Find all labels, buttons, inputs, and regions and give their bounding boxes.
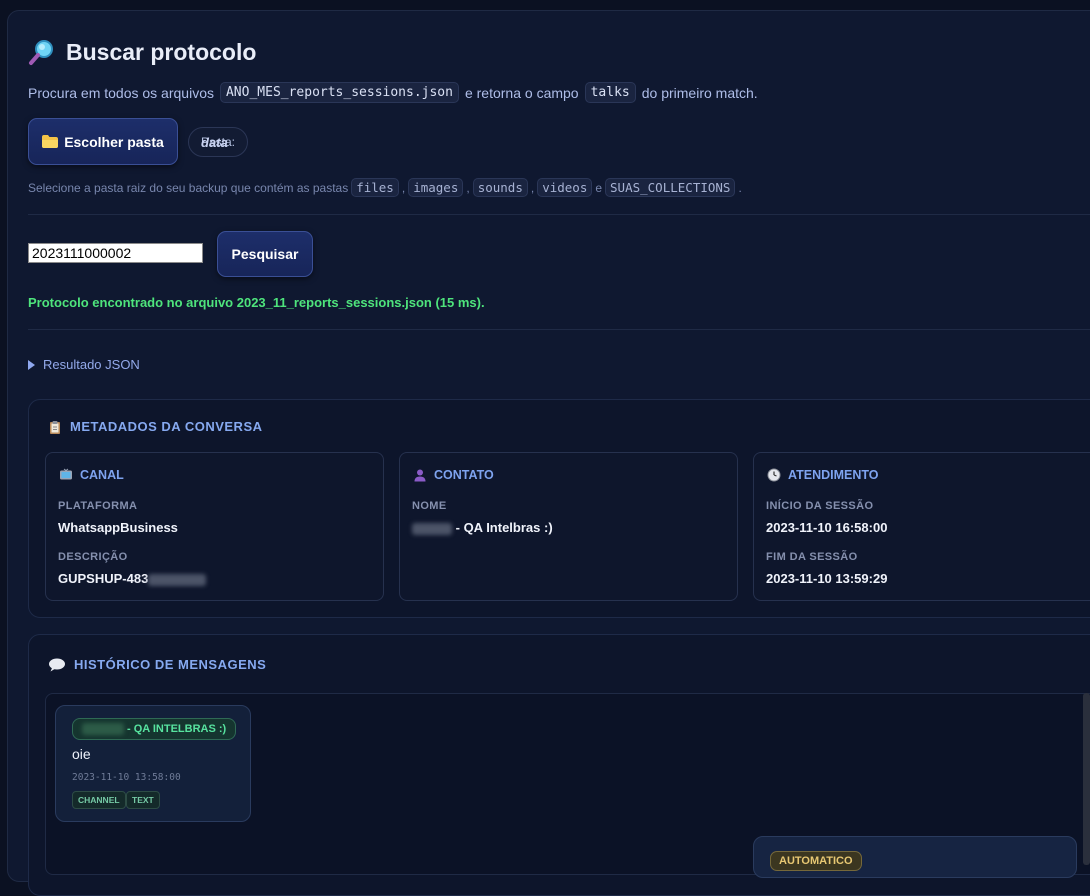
page-description: Procura em todos os arquivos ANO_MES_rep…	[28, 82, 758, 103]
folder-icon	[42, 135, 59, 148]
json-result-toggle[interactable]: Resultado JSON	[28, 357, 140, 372]
session-start-value: 2023-11-10 16:58:00	[766, 520, 888, 535]
message-bubble: AUTOMATICO	[753, 836, 1077, 878]
session-end-value: 2023-11-10 13:59:29	[766, 571, 888, 586]
folder-hint: Selecione a pasta raiz do seu backup que…	[28, 178, 742, 197]
description-value: GUPSHUP-483	[58, 571, 207, 586]
automatic-badge: AUTOMATICO	[770, 851, 862, 871]
folder-value: data	[201, 134, 228, 150]
triangle-right-icon	[28, 359, 35, 370]
redacted-text	[82, 723, 124, 735]
folder-status-pill: Pasta: data	[188, 127, 249, 157]
search-button[interactable]: Pesquisar	[217, 231, 313, 277]
clock-icon	[767, 468, 781, 482]
message-text: oie	[72, 746, 91, 762]
title-text: Buscar protocolo	[66, 38, 257, 65]
atendimento-title: ATENDIMENTO	[767, 468, 879, 482]
contato-title: CONTATO	[413, 468, 494, 482]
field-code: talks	[584, 82, 636, 103]
divider	[28, 329, 1090, 330]
canal-title: CANAL	[59, 468, 124, 482]
history-title: HISTÓRICO DE MENSAGENS	[48, 657, 266, 672]
magnifier-icon	[29, 40, 53, 65]
message-sender-badge: - QA INTELBRAS :)	[72, 718, 237, 740]
platform-value: WhatsappBusiness	[58, 520, 178, 535]
contact-name-value: - QA Intelbras :)	[412, 520, 553, 535]
choose-folder-button[interactable]: Escolher pasta	[28, 118, 178, 165]
protocol-search-input[interactable]	[28, 243, 203, 263]
divider	[28, 214, 1090, 215]
tv-icon	[60, 468, 72, 480]
clipboard-icon	[50, 420, 60, 434]
file-pattern-code: ANO_MES_reports_sessions.json	[219, 82, 459, 103]
speech-bubble-icon	[49, 658, 65, 671]
search-status-message: Protocolo encontrado no arquivo 2023_11_…	[28, 295, 485, 310]
redacted-text	[148, 573, 207, 586]
redacted-text	[412, 522, 452, 535]
contato-box: CONTATO NOME - QA Intelbras :)	[399, 452, 738, 601]
canal-box: CANAL PLATAFORMA WhatsappBusiness DESCRI…	[45, 452, 384, 601]
message-tag: CHANNEL	[72, 791, 126, 809]
message-tag: TEXT	[126, 791, 160, 809]
page-title: Buscar protocolo	[28, 38, 256, 66]
message-bubble: - QA INTELBRAS :) oie 2023-11-10 13:58:0…	[55, 705, 251, 822]
person-icon	[414, 469, 426, 482]
history-scrollbar[interactable]	[1083, 693, 1090, 865]
atendimento-box: ATENDIMENTO INÍCIO DA SESSÃO 2023-11-10 …	[753, 452, 1090, 601]
metadata-title: METADADOS DA CONVERSA	[48, 419, 263, 434]
message-timestamp: 2023-11-10 13:58:00	[72, 772, 181, 783]
